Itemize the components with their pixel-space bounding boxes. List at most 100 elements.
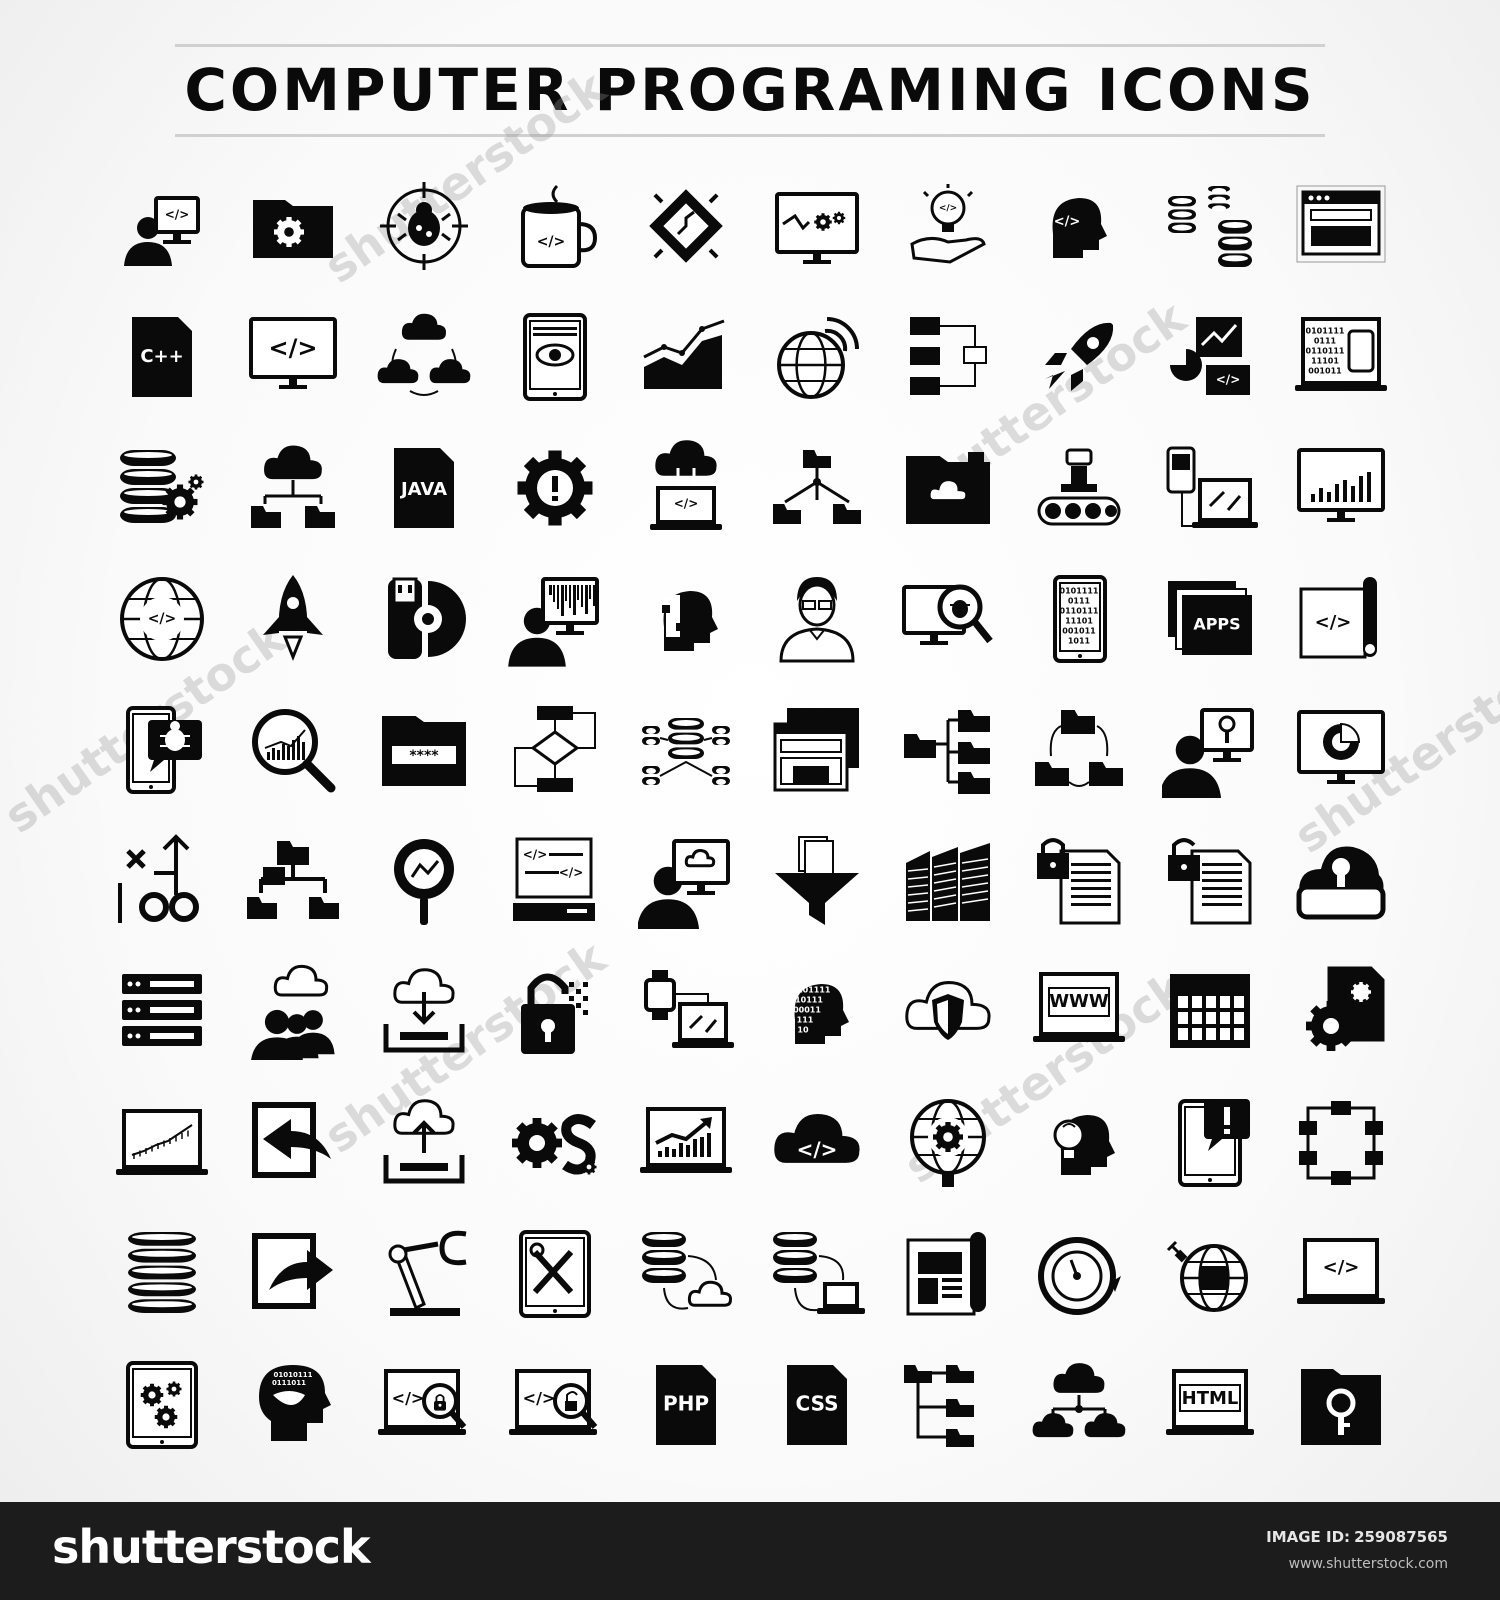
tablet-tools-icon: [489, 1208, 620, 1339]
code-globe-icon-graphic: </>: [119, 576, 204, 661]
binary-laptop-icon-graphic: 01011110111011011111101001011: [1294, 316, 1387, 391]
calendar-grid-icon: [1144, 946, 1275, 1077]
binary-laptop-icon: 0101111 0111 0110111 11101 001011: [1275, 291, 1406, 422]
laptop-lock-search-icon: </>: [358, 1339, 489, 1470]
svg-text:0101111: 0101111: [1305, 326, 1344, 335]
svg-text:10: 10: [797, 1025, 809, 1034]
code-laptop-icon-graphic: </>: [1296, 1237, 1385, 1304]
svg-text:0101111: 0101111: [791, 985, 830, 994]
gear-document-icon: [1275, 946, 1406, 1077]
cloud-upload-icon: [358, 1077, 489, 1208]
import-arrow-icon: [227, 1077, 358, 1208]
cloud-network-icon-graphic: [377, 313, 470, 396]
cloud-shield-icon: [882, 946, 1013, 1077]
svg-text:10111: 10111: [795, 995, 823, 1004]
binary-brain-icon-graphic: 010101110111011: [258, 1364, 331, 1441]
developer-monitor-icon: </>: [96, 160, 227, 291]
apps-windows-icon: APPS: [1144, 553, 1275, 684]
strategy-icon: [96, 815, 227, 946]
folder-network-icon: [751, 422, 882, 553]
folder-tree-icon: [882, 684, 1013, 815]
apps-windows-icon-graphic: APPS: [1167, 580, 1252, 655]
idea-hand-icon-graphic: </>: [909, 183, 986, 264]
svg-text:11101: 11101: [1311, 356, 1339, 365]
svg-text:</>: </>: [1322, 1257, 1359, 1278]
svg-text:0101111: 0101111: [1059, 586, 1098, 595]
svg-text:0111: 0111: [1313, 336, 1336, 345]
html-laptop-icon-graphic: HTML: [1165, 1368, 1254, 1435]
php-file-icon-graphic: PHP: [655, 1364, 716, 1445]
network-ring-icon-graphic: [1298, 1100, 1383, 1185]
rocket-launch-icon-graphic: [262, 574, 323, 661]
tablet-eye-icon-graphic: [522, 312, 587, 401]
flowchart-diamond-icon: [489, 684, 620, 815]
folder-network-icon-graphic: [772, 449, 861, 524]
area-chart-icon: [620, 291, 751, 422]
head-code-icon: </>: [1013, 160, 1144, 291]
robot-arm-icon: [358, 1208, 489, 1339]
code-scroll-icon-graphic: </>: [1299, 576, 1377, 658]
binary-head-icon-graphic: 0101111101110001111110: [791, 983, 849, 1044]
robot-arm-icon-graphic: [388, 1230, 466, 1316]
padlock-pixel-icon: [489, 946, 620, 1077]
padlock-pixel-icon-graphic: [520, 973, 588, 1054]
cpp-file-icon: C++: [96, 291, 227, 422]
svg-text:001011: 001011: [1308, 366, 1342, 375]
svg-text:001011: 001011: [1062, 626, 1096, 635]
cloud-users-icon-graphic: [250, 964, 335, 1060]
java-file-icon-graphic: JAVA: [393, 447, 454, 528]
svg-text:</>: </>: [522, 847, 547, 861]
rocket-icon-graphic: [1044, 322, 1113, 391]
java-file-icon: JAVA: [358, 422, 489, 553]
code-globe-icon: </>: [96, 553, 227, 684]
title-rule-top: [175, 44, 1325, 47]
cloud-download-icon: [358, 946, 489, 1077]
page-title: COMPUTER PROGRAMING ICONS: [184, 56, 1316, 124]
icon-grid: </> </> </> </> C++ </> </> 0101111 0111 0110111 1…: [96, 160, 1406, 1470]
cloud-keyhole-icon: [1275, 815, 1406, 946]
www-laptop-icon: WWW: [1013, 946, 1144, 1077]
cloud-laptop-icon-graphic: </>: [649, 439, 722, 530]
cloud-download-icon-graphic: [383, 967, 464, 1052]
image-id-value: 259087565: [1354, 1528, 1448, 1546]
database-laptop-icon: [751, 1208, 882, 1339]
svg-text:0111: 0111: [1067, 596, 1090, 605]
user-barcode-icon: [489, 553, 620, 684]
user-key-monitor-icon-graphic: [1161, 707, 1254, 798]
user-barcode-icon-graphic: [507, 576, 599, 667]
bug-search-monitor-icon-graphic: [901, 584, 993, 645]
svg-text:11101: 11101: [1065, 616, 1093, 625]
gear-alert-icon-graphic: [517, 450, 592, 525]
svg-text:0111011: 0111011: [271, 1379, 305, 1387]
user-cloud-monitor-icon-graphic: [637, 838, 730, 929]
gear-folder-icon: [227, 160, 358, 291]
search-analytics-icon-graphic: [393, 838, 454, 925]
cloud-users-icon: [227, 946, 358, 1077]
database-network-icon-graphic: [1167, 185, 1252, 267]
svg-text:</>: </>: [796, 1137, 837, 1161]
cloud-shield-icon-graphic: [904, 980, 991, 1040]
browser-windows-icon: [751, 684, 882, 815]
pie-chart-monitor-icon-graphic: [1296, 709, 1385, 784]
user-key-monitor-icon: [1144, 684, 1275, 815]
user-cloud-monitor-icon: [620, 815, 751, 946]
site-url: www.shutterstock.com: [1288, 1556, 1448, 1572]
cloud-keyhole-icon-graphic: [1296, 845, 1385, 919]
cloud-network-icon: [358, 291, 489, 422]
svg-text:</>: </>: [1314, 612, 1351, 633]
database-hub-icon: [620, 684, 751, 815]
programmer-avatar-icon: [751, 553, 882, 684]
svg-text:</>: </>: [938, 203, 956, 213]
developer-monitor-icon-graphic: </>: [123, 195, 200, 266]
database-cloud-icon-graphic: [641, 1231, 732, 1310]
svg-text:C++: C++: [140, 346, 183, 367]
usb-disk-icon-graphic: [387, 577, 466, 659]
bug-tablet-icon: [96, 684, 227, 815]
svg-text:CSS: CSS: [795, 1391, 838, 1415]
cloud-folders-icon: [227, 422, 358, 553]
search-chart-icon: [227, 684, 358, 815]
svg-text:0110111: 0110111: [1305, 346, 1344, 355]
html-laptop-icon: HTML: [1144, 1339, 1275, 1470]
search-chart-icon-graphic: [251, 708, 335, 792]
strategy-icon-graphic: [117, 833, 199, 923]
